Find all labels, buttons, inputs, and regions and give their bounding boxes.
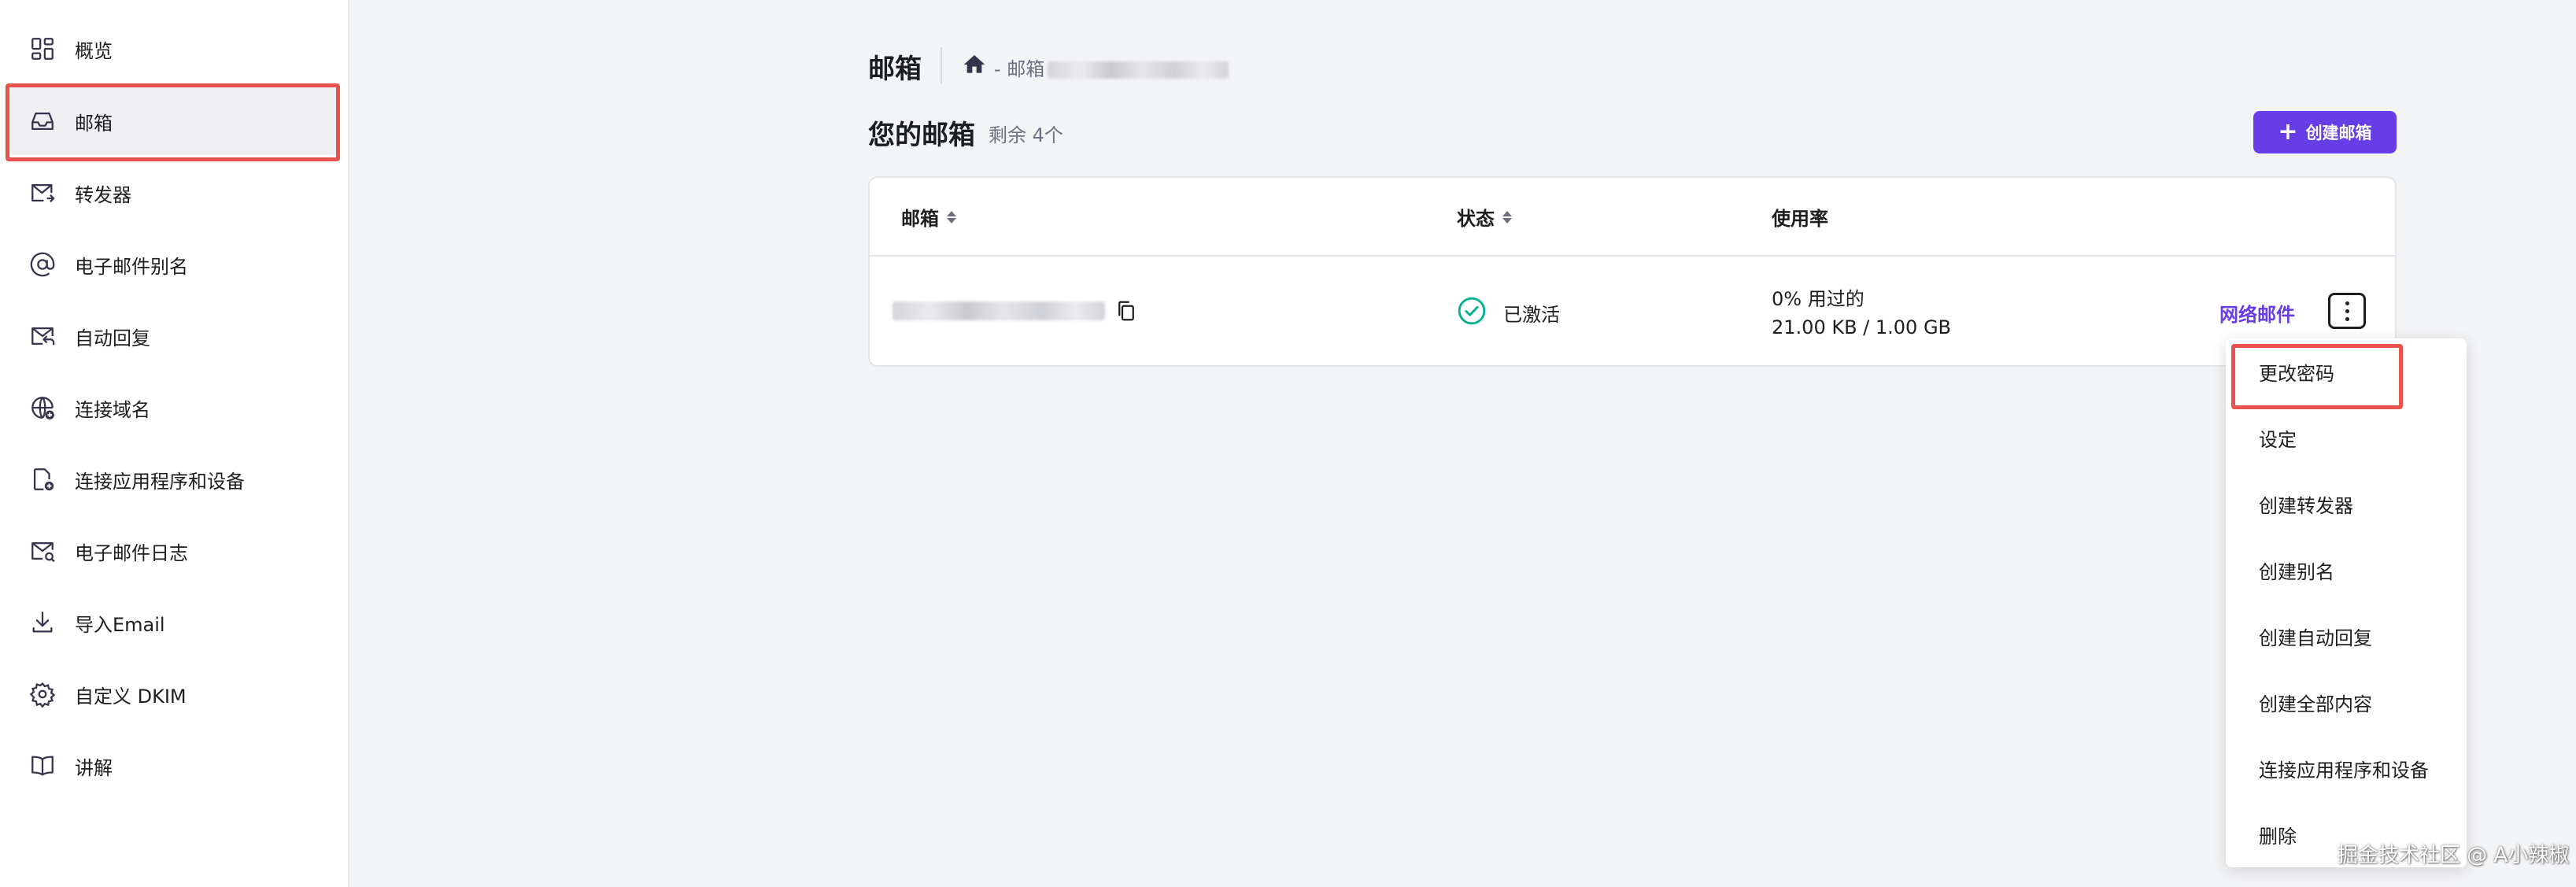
sidebar-item-aliases[interactable]: 电子邮件别名 (8, 231, 338, 298)
sidebar-item-label: 讲解 (75, 756, 113, 779)
inbox-icon (28, 107, 57, 135)
watermark: 掘金技术社区 @ A小辣椒 (2338, 844, 2570, 867)
menu-item-create-alias[interactable]: 创建别名 (2259, 556, 2334, 584)
usage-amount: 21.00 KB / 1.00 GB (1772, 316, 1952, 338)
column-header-mailbox[interactable]: 邮箱 (901, 203, 956, 231)
grid-icon (28, 35, 57, 63)
sidebar-item-label: 导入Email (75, 613, 165, 636)
check-circle-icon (1457, 296, 1487, 326)
sidebar-item-label: 概览 (75, 39, 113, 62)
sidebar-item-label: 电子邮件别名 (75, 255, 188, 278)
plus-icon: + (2278, 118, 2298, 146)
sidebar-item-overview[interactable]: 概览 (8, 15, 338, 83)
status-text: 已激活 (1503, 304, 1560, 326)
column-header-label: 状态 (1457, 208, 1495, 230)
download-icon (28, 608, 57, 637)
globe-plus-icon (28, 394, 57, 422)
sidebar-item-label: 连接域名 (75, 398, 150, 421)
column-header-label: 邮箱 (901, 208, 939, 230)
mail-search-icon (28, 537, 57, 565)
home-icon[interactable] (962, 52, 987, 77)
mailbox-table (868, 176, 2397, 367)
more-options-button[interactable] (2328, 293, 2366, 329)
menu-item-connect-apps[interactable]: 连接应用程序和设备 (2259, 755, 2429, 782)
menu-item-change-password[interactable]: 更改密码 (2259, 358, 2334, 386)
remaining-count: 剩余 4个 (989, 124, 1063, 146)
create-mailbox-label: 创建邮箱 (2305, 124, 2372, 142)
webmail-link[interactable]: 网络邮件 (2219, 299, 2295, 327)
at-icon (28, 250, 57, 279)
create-mailbox-button[interactable]: + 创建邮箱 (2253, 111, 2397, 153)
menu-item-settings[interactable]: 设定 (2259, 424, 2297, 452)
sidebar-item-mailboxes[interactable]: 邮箱 (8, 87, 338, 155)
device-plus-icon (28, 465, 57, 493)
column-header-usage: 使用率 (1772, 203, 1828, 231)
breadcrumb-text: - 邮箱 (994, 58, 1045, 80)
sidebar-item-email-logs[interactable]: 电子邮件日志 (8, 517, 338, 585)
sidebar-item-label: 自定义 DKIM (75, 685, 187, 708)
table-divider (870, 255, 2395, 257)
sidebar-item-tutorials[interactable]: 讲解 (8, 732, 338, 800)
sidebar-item-connect-apps[interactable]: 连接应用程序和设备 (8, 445, 338, 513)
column-header-status[interactable]: 状态 (1457, 203, 1512, 231)
breadcrumb[interactable]: - 邮箱 (994, 54, 1229, 81)
menu-item-create-catch-all[interactable]: 创建全部内容 (2259, 689, 2372, 716)
sidebar-item-forwarders[interactable]: 转发器 (8, 159, 338, 227)
sidebar-item-label: 转发器 (75, 183, 131, 206)
title-divider (941, 47, 942, 83)
sidebar-item-connect-domain[interactable]: 连接域名 (8, 374, 338, 442)
copy-icon[interactable] (1114, 299, 1138, 323)
mail-reply-icon (28, 322, 57, 350)
gear-icon (28, 680, 57, 708)
sort-icon[interactable] (947, 210, 956, 224)
sidebar-item-autoreply[interactable]: 自动回复 (8, 302, 338, 370)
column-header-label: 使用率 (1772, 208, 1828, 230)
sidebar: 概览 邮箱 转发器 电子邮件别名 自动回复 连接域名 连接应用程序和设备 电子邮… (0, 0, 349, 887)
redacted-email-address (893, 301, 1105, 320)
sidebar-item-custom-dkim[interactable]: 自定义 DKIM (8, 660, 338, 728)
section-title: 您的邮箱 (868, 120, 975, 151)
mailbox-actions-menu (2226, 338, 2467, 867)
page-title: 邮箱 (868, 54, 922, 85)
usage-percent: 0% 用过的 (1772, 288, 1865, 310)
menu-item-create-autoreply[interactable]: 创建自动回复 (2259, 623, 2372, 650)
sidebar-item-import-email[interactable]: 导入Email (8, 589, 338, 656)
sidebar-item-label: 连接应用程序和设备 (75, 470, 245, 493)
sidebar-item-label: 自动回复 (75, 327, 150, 349)
menu-item-delete[interactable]: 删除 (2259, 821, 2297, 848)
menu-item-create-forwarder[interactable]: 创建转发器 (2259, 490, 2353, 518)
book-icon (28, 752, 57, 780)
sidebar-item-label: 电子邮件日志 (75, 541, 188, 564)
sort-icon[interactable] (1502, 210, 1512, 224)
sidebar-item-label: 邮箱 (75, 112, 113, 135)
mail-forward-icon (28, 179, 57, 207)
redacted-domain (1048, 61, 1229, 79)
